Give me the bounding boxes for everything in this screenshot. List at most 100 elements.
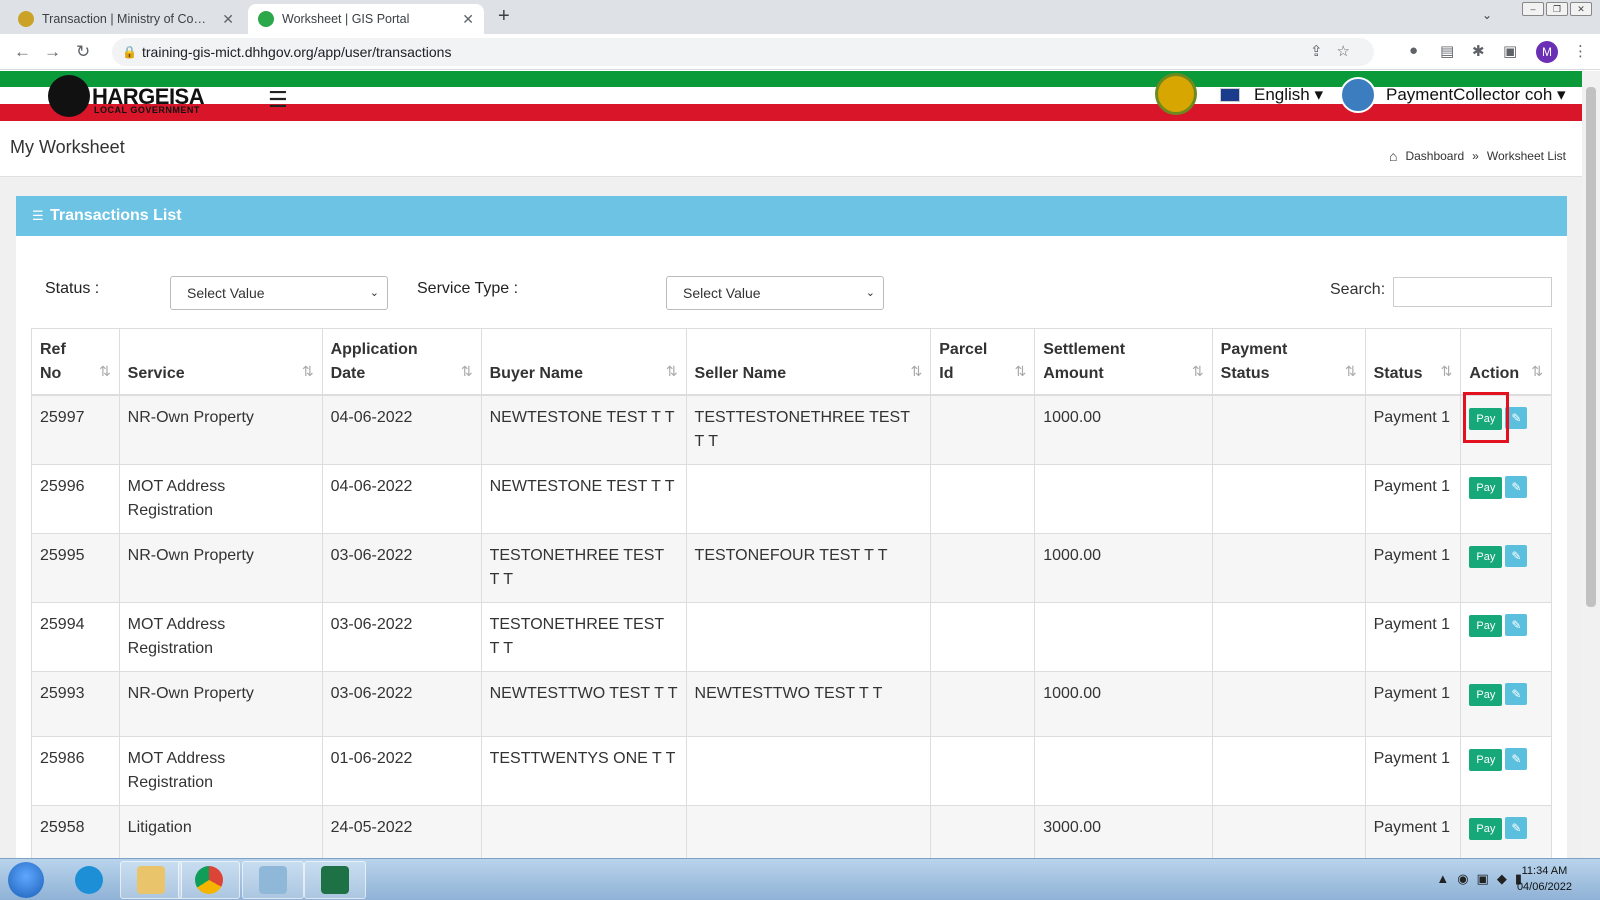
column-header[interactable]: Payment Status ⇅ (1211, 328, 1366, 396)
menu-dots-icon[interactable]: ⋮ (1573, 42, 1588, 60)
column-header[interactable]: Parcel Id ⇅ (930, 328, 1036, 396)
back-arrow-icon[interactable]: ← (14, 42, 31, 62)
column-header[interactable]: Ref No ⇅ (31, 328, 120, 396)
taskbar-excel[interactable] (304, 861, 366, 899)
taskbar-explorer[interactable] (120, 861, 182, 899)
taskbar-chrome[interactable] (178, 861, 240, 899)
status-filter-label: Status : (45, 280, 100, 297)
filters-row: Status : Select Value ⌄ Service Type : S… (16, 276, 1567, 312)
home-icon[interactable]: ⌂ (1389, 148, 1397, 164)
start-button[interactable] (8, 862, 44, 898)
cell-action: Pay ✎ (1460, 463, 1552, 534)
cell-ref: 25995 (31, 532, 120, 603)
status-filter-value: Select Value (187, 285, 265, 301)
column-header[interactable]: Buyer Name ⇅ (480, 328, 687, 396)
cell-payment-status (1211, 394, 1366, 465)
cell-date: 03-06-2022 (321, 601, 482, 672)
minimize-icon[interactable]: – (1522, 2, 1544, 16)
column-header[interactable]: Status ⇅ (1364, 328, 1462, 396)
cell-parcel (930, 463, 1036, 534)
edit-icon[interactable]: ✎ (1505, 613, 1528, 636)
cell-service: NR-Own Property (118, 394, 323, 465)
browser-toolbar: ← → ↻ 🔒 training-gis-mict.dhhgov.org/app… (0, 34, 1600, 70)
column-header[interactable]: Service ⇅ (118, 328, 323, 396)
sort-icon[interactable]: ⇅ (99, 359, 111, 383)
taskbar-clock[interactable]: 11:34 AM 04/06/2022 (1517, 863, 1572, 895)
column-header[interactable]: Settlement Amount ⇅ (1034, 328, 1213, 396)
system-tray-icons[interactable]: ▲◉▣◆▮ (1436, 871, 1530, 887)
side-panel-icon[interactable]: ▣ (1503, 42, 1517, 60)
browser-tab-transaction[interactable]: Transaction | Ministry of Commu ✕ (8, 4, 244, 34)
pay-button[interactable]: Pay (1469, 748, 1503, 771)
cell-seller: NEWTESTTWO TEST T T (685, 670, 932, 737)
column-header[interactable]: Application Date ⇅ (321, 328, 482, 396)
cell-date: 01-06-2022 (321, 735, 482, 806)
close-tab-icon[interactable]: ✕ (222, 11, 234, 28)
tab-search-chevron-icon[interactable]: ⌄ (1482, 8, 1492, 22)
status-filter-select[interactable]: Select Value ⌄ (170, 276, 388, 310)
breadcrumb-dashboard[interactable]: Dashboard (1405, 149, 1464, 163)
cell-buyer: TESTONETHREE TEST T T (480, 532, 687, 603)
edit-icon[interactable]: ✎ (1505, 816, 1528, 839)
close-window-icon[interactable]: ✕ (1570, 2, 1592, 16)
column-header[interactable]: Action ⇅ (1460, 328, 1552, 396)
sort-icon[interactable]: ⇅ (1015, 359, 1027, 383)
cell-amount (1034, 463, 1213, 534)
search-input[interactable] (1393, 277, 1552, 307)
breadcrumb-worksheet-list: Worksheet List (1486, 149, 1566, 163)
edit-icon[interactable]: ✎ (1505, 475, 1528, 498)
address-bar[interactable]: 🔒 training-gis-mict.dhhgov.org/app/user/… (112, 38, 1374, 66)
close-tab-icon[interactable]: ✕ (462, 11, 474, 28)
sort-icon[interactable]: ⇅ (461, 359, 473, 383)
cell-service: NR-Own Property (118, 670, 323, 737)
clipboard-icon[interactable]: ▤ (1440, 42, 1454, 60)
user-menu-dropdown[interactable]: PaymentCollector coh ▾ (1386, 85, 1566, 105)
page-scrollbar[interactable] (1582, 71, 1600, 858)
sort-icon[interactable]: ⇅ (911, 359, 923, 383)
table-header-row: Ref No ⇅ Service ⇅ Application Date ⇅ Buyer Na… (31, 328, 1552, 396)
scrollbar-thumb[interactable] (1586, 87, 1596, 607)
language-dropdown[interactable]: English ▾ (1254, 85, 1323, 105)
pay-button[interactable]: Pay (1469, 817, 1503, 840)
edit-icon[interactable]: ✎ (1505, 544, 1528, 567)
cell-ref: 25994 (31, 601, 120, 672)
user-avatar[interactable] (1340, 77, 1376, 113)
tab-title: Worksheet | GIS Portal (282, 12, 410, 26)
forward-arrow-icon[interactable]: → (44, 42, 61, 62)
cell-service: MOT Address Registration (118, 601, 323, 672)
edge-icon (75, 866, 103, 894)
cell-status: Payment 1 (1364, 735, 1462, 806)
pay-button[interactable]: Pay (1469, 545, 1503, 568)
sort-icon[interactable]: ⇅ (1345, 359, 1357, 383)
search-label: Search: (1330, 281, 1386, 298)
cell-action: Pay ✎ (1460, 735, 1552, 806)
sort-icon[interactable]: ⇅ (302, 359, 314, 383)
puzzle-extensions-icon[interactable]: ✱ (1472, 42, 1485, 60)
edit-icon[interactable]: ✎ (1505, 682, 1528, 705)
hamburger-menu-icon[interactable]: ☰ (268, 87, 288, 113)
new-tab-icon[interactable]: + (498, 5, 510, 28)
cell-buyer: NEWTESTONE TEST T T (480, 394, 687, 465)
pay-button[interactable]: Pay (1469, 614, 1503, 637)
restore-icon[interactable]: ❐ (1546, 2, 1568, 16)
column-header[interactable]: Seller Name ⇅ (685, 328, 932, 396)
cell-amount: 3000.00 (1034, 804, 1213, 858)
taskbar-notepad[interactable] (242, 861, 304, 899)
sort-icon[interactable]: ⇅ (1192, 359, 1204, 383)
browser-profile-avatar[interactable]: M (1536, 41, 1558, 63)
cell-buyer (480, 804, 687, 858)
edit-icon[interactable]: ✎ (1505, 747, 1528, 770)
service-type-filter-select[interactable]: Select Value ⌄ (666, 276, 884, 310)
browser-tab-worksheet[interactable]: Worksheet | GIS Portal ✕ (248, 4, 484, 34)
hargeisa-logo-icon[interactable] (48, 75, 90, 117)
sort-icon[interactable]: ⇅ (1441, 359, 1453, 383)
pay-button[interactable]: Pay (1469, 476, 1503, 499)
taskbar-edge[interactable] (58, 861, 120, 899)
pay-button[interactable]: Pay (1469, 683, 1503, 706)
sort-icon[interactable]: ⇅ (1531, 359, 1543, 383)
reload-icon[interactable]: ↻ (76, 42, 90, 62)
share-bookmark-icons[interactable]: ⇪☆ (1310, 38, 1364, 66)
extension-icon[interactable]: ● (1409, 42, 1418, 59)
sort-icon[interactable]: ⇅ (666, 359, 678, 383)
cell-parcel (930, 532, 1036, 603)
